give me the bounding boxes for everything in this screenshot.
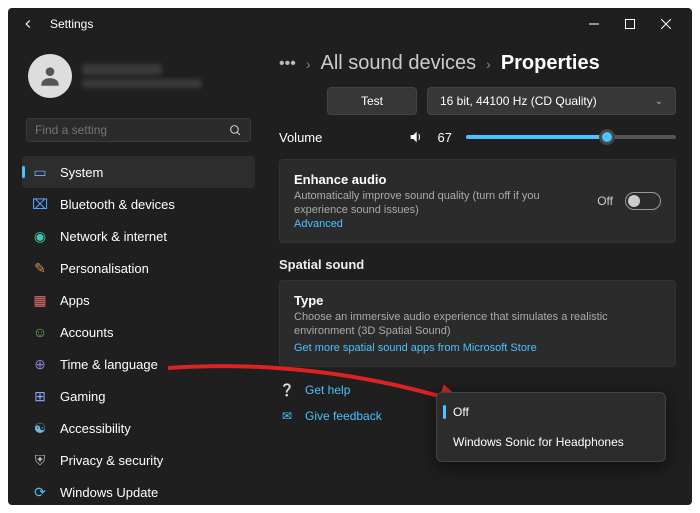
search-input[interactable]: [35, 123, 229, 137]
enhance-sub: Automatically improve sound quality (tur…: [294, 189, 585, 218]
bluetooth-icon: ⌧: [32, 196, 48, 212]
profile-block[interactable]: [22, 50, 255, 112]
speaker-icon[interactable]: [408, 129, 424, 145]
format-label: 16 bit, 44100 Hz (CD Quality): [440, 94, 597, 108]
gamepad-icon: ⊞: [32, 388, 48, 404]
test-button[interactable]: Test: [327, 87, 417, 115]
spatial-sub: Choose an immersive audio experience tha…: [294, 310, 661, 339]
accessibility-icon: ☯: [32, 420, 48, 436]
sidebar-item-label: Network & internet: [60, 229, 167, 244]
apps-icon: ▦: [32, 292, 48, 308]
enhance-audio-card[interactable]: Enhance audio Automatically improve soun…: [279, 159, 676, 243]
sidebar-item-apps[interactable]: ▦ Apps: [22, 284, 255, 316]
sidebar-item-time[interactable]: ⊕ Time & language: [22, 348, 255, 380]
sidebar: ▭ System ⌧ Bluetooth & devices ◉ Network & …: [8, 40, 263, 505]
settings-window: Settings ▭System ⌧Bluetooth: [8, 8, 692, 505]
search-box[interactable]: [26, 118, 251, 142]
sidebar-item-label: Time & language: [60, 357, 158, 372]
sidebar-item-update[interactable]: ⟳ Windows Update: [22, 476, 255, 505]
main-content: ••• › All sound devices › Properties Tes…: [263, 40, 692, 505]
sidebar-item-label: Personalisation: [60, 261, 149, 276]
maximize-button[interactable]: [612, 10, 648, 38]
sidebar-item-label: Accounts: [60, 325, 113, 340]
volume-value: 67: [438, 130, 452, 145]
globe-icon: ⊕: [32, 356, 48, 372]
dropdown-option-sonic[interactable]: Windows Sonic for Headphones: [441, 427, 661, 457]
minimize-button[interactable]: [576, 10, 612, 38]
sidebar-item-label: Gaming: [60, 389, 106, 404]
search-icon: [229, 124, 242, 137]
feedback-icon: ✉: [279, 409, 295, 423]
chevron-down-icon: ⌄: [655, 96, 663, 107]
spatial-store-link[interactable]: Get more spatial sound apps from Microso…: [294, 342, 661, 354]
sidebar-item-label: Windows Update: [60, 485, 158, 500]
volume-slider[interactable]: [466, 135, 676, 139]
breadcrumb: ••• › All sound devices › Properties: [263, 44, 692, 87]
sidebar-item-privacy[interactable]: ⛨ Privacy & security: [22, 444, 255, 476]
sidebar-item-personalisation[interactable]: ✎ Personalisation: [22, 252, 255, 284]
sidebar-item-label: Accessibility: [60, 421, 131, 436]
spatial-dropdown-menu: Off Windows Sonic for Headphones: [436, 392, 666, 462]
help-icon: ❔: [279, 383, 295, 397]
toggle-label: Off: [597, 194, 613, 208]
spatial-title: Type: [294, 293, 661, 308]
back-button[interactable]: [16, 12, 40, 36]
wifi-icon: ◉: [32, 228, 48, 244]
chevron-right-icon: ›: [486, 56, 491, 72]
feedback-label: Give feedback: [305, 409, 382, 423]
dropdown-option-off[interactable]: Off: [441, 397, 661, 427]
sidebar-item-bluetooth[interactable]: ⌧ Bluetooth & devices: [22, 188, 255, 220]
enhance-advanced-link[interactable]: Advanced: [294, 218, 585, 230]
sidebar-item-label: Privacy & security: [60, 453, 163, 468]
format-dropdown[interactable]: 16 bit, 44100 Hz (CD Quality) ⌄: [427, 87, 676, 115]
brush-icon: ✎: [32, 260, 48, 276]
avatar: [28, 54, 72, 98]
sidebar-item-label: Apps: [60, 293, 90, 308]
sidebar-item-gaming[interactable]: ⊞ Gaming: [22, 380, 255, 412]
help-label: Get help: [305, 383, 350, 397]
person-icon: ☺: [32, 324, 48, 340]
volume-label: Volume: [279, 130, 394, 145]
breadcrumb-parent[interactable]: All sound devices: [320, 52, 476, 75]
breadcrumb-more[interactable]: •••: [279, 55, 296, 73]
sidebar-item-label: System: [60, 165, 103, 180]
window-title: Settings: [50, 17, 93, 31]
shield-icon: ⛨: [32, 452, 48, 468]
sidebar-item-label: Bluetooth & devices: [60, 197, 175, 212]
spatial-section-title: Spatial sound: [263, 253, 692, 280]
sidebar-item-accounts[interactable]: ☺ Accounts: [22, 316, 255, 348]
sidebar-item-network[interactable]: ◉ Network & internet: [22, 220, 255, 252]
enhance-toggle[interactable]: [625, 192, 661, 210]
spatial-type-card[interactable]: Type Choose an immersive audio experienc…: [279, 280, 676, 368]
sidebar-item-accessibility[interactable]: ☯ Accessibility: [22, 412, 255, 444]
system-icon: ▭: [32, 164, 48, 180]
page-title: Properties: [501, 52, 600, 75]
chevron-right-icon: ›: [306, 56, 311, 72]
volume-row: Volume 67: [263, 129, 692, 159]
sidebar-item-system[interactable]: ▭ System: [22, 156, 255, 188]
close-button[interactable]: [648, 10, 684, 38]
update-icon: ⟳: [32, 484, 48, 500]
enhance-title: Enhance audio: [294, 172, 585, 187]
titlebar: Settings: [8, 8, 692, 40]
